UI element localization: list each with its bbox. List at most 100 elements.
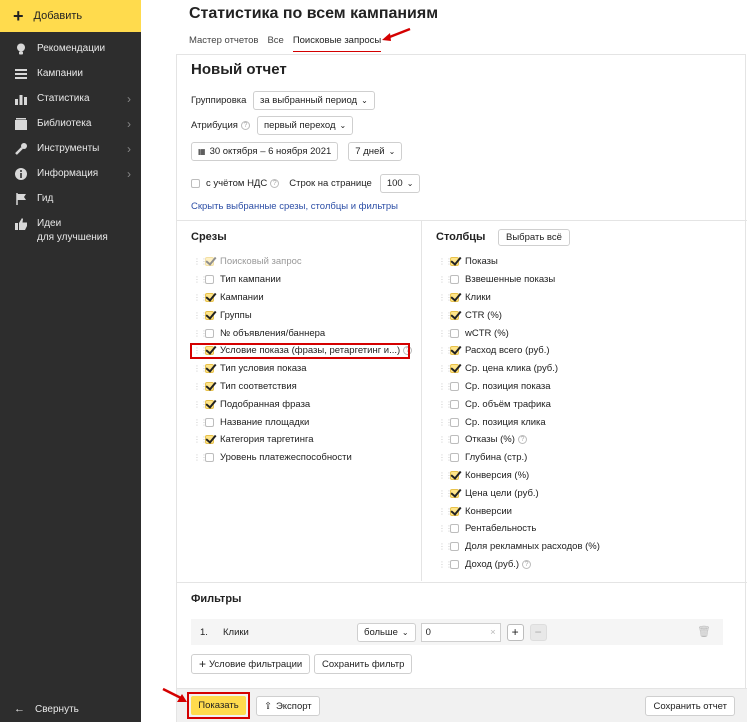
show-button[interactable]: Показать <box>191 696 246 715</box>
collapse-sidebar-button[interactable]: ← Свернуть <box>14 703 79 715</box>
column-checkbox[interactable] <box>450 506 459 516</box>
vat-checkbox[interactable] <box>191 179 200 188</box>
filter-value-input[interactable]: 0 × <box>420 622 501 642</box>
sidebar-item-guide[interactable]: Гид <box>0 192 141 217</box>
column-item[interactable]: ⋮⋮ Взвешенные показы <box>438 271 600 289</box>
column-checkbox[interactable] <box>450 524 459 534</box>
drag-handle-icon[interactable]: ⋮⋮ <box>193 435 208 444</box>
sidebar-item-tools[interactable]: Инструменты › <box>0 142 141 167</box>
drag-handle-icon[interactable]: ⋮⋮ <box>438 329 453 338</box>
slice-checkbox[interactable] <box>205 275 214 285</box>
help-icon[interactable]: ? <box>240 121 250 130</box>
column-checkbox[interactable] <box>450 435 459 445</box>
tab-report-wizard[interactable]: Мастер отчетов <box>189 35 258 52</box>
slice-item[interactable]: ⋮⋮ Тип условия показа <box>193 360 412 378</box>
drag-handle-icon[interactable]: ⋮⋮ <box>193 329 208 338</box>
column-item[interactable]: ⋮⋮ Цена цели (руб.) <box>438 484 600 502</box>
tab-all[interactable]: Все <box>267 35 283 52</box>
add-button[interactable]: + Добавить <box>0 0 141 32</box>
hide-selection-link[interactable]: Скрыть выбранные срезы, столбцы и фильтр… <box>191 201 398 212</box>
drag-handle-icon[interactable]: ⋮⋮ <box>438 346 453 355</box>
column-checkbox[interactable] <box>450 381 459 391</box>
drag-handle-icon[interactable]: ⋮⋮ <box>438 418 453 427</box>
column-item[interactable]: ⋮⋮ Ср. цена клика (руб.) <box>438 360 600 378</box>
column-item[interactable]: ⋮⋮ Клики <box>438 289 600 307</box>
export-button[interactable]: ⇪ Экспорт <box>256 696 320 716</box>
column-checkbox[interactable] <box>450 364 459 374</box>
slice-checkbox[interactable] <box>205 310 214 320</box>
column-checkbox[interactable] <box>450 488 459 498</box>
drag-handle-icon[interactable]: ⋮⋮ <box>193 382 208 391</box>
column-checkbox[interactable] <box>450 310 459 320</box>
drag-handle-icon[interactable]: ⋮⋮ <box>193 418 208 427</box>
column-item[interactable]: ⋮⋮ Показы <box>438 253 600 271</box>
column-checkbox[interactable] <box>450 542 459 552</box>
column-item[interactable]: ⋮⋮ Ср. позиция клика <box>438 413 600 431</box>
drag-handle-icon[interactable]: ⋮⋮ <box>438 311 453 320</box>
slice-item[interactable]: ⋮⋮ Уровень платежеспособности <box>193 449 412 467</box>
slice-checkbox[interactable] <box>205 453 214 463</box>
slice-item[interactable]: ⋮⋮ Категория таргетинга <box>193 431 412 449</box>
column-checkbox[interactable] <box>450 328 459 338</box>
slice-item[interactable]: ⋮⋮ Тип соответствия <box>193 378 412 396</box>
column-item[interactable]: ⋮⋮ Доход (руб.)? <box>438 556 600 574</box>
drag-handle-icon[interactable]: ⋮⋮ <box>193 400 208 409</box>
drag-handle-icon[interactable]: ⋮⋮ <box>438 453 453 462</box>
slice-checkbox[interactable] <box>205 328 214 338</box>
column-item[interactable]: ⋮⋮ Конверсия (%) <box>438 467 600 485</box>
drag-handle-icon[interactable]: ⋮⋮ <box>438 560 453 569</box>
drag-handle-icon[interactable]: ⋮⋮ <box>438 471 453 480</box>
slice-item[interactable]: ⋮⋮ Поисковый запрос <box>193 253 412 271</box>
column-item[interactable]: ⋮⋮ Ср. позиция показа <box>438 378 600 396</box>
column-item[interactable]: ⋮⋮ Расход всего (руб.) <box>438 342 600 360</box>
slice-checkbox[interactable] <box>205 435 214 445</box>
drag-handle-icon[interactable]: ⋮⋮ <box>193 311 208 320</box>
slice-checkbox[interactable] <box>205 381 214 391</box>
column-checkbox[interactable] <box>450 470 459 480</box>
period-select[interactable]: 7 дней ⌄ <box>348 142 403 161</box>
drag-handle-icon[interactable]: ⋮⋮ <box>438 364 453 373</box>
drag-handle-icon[interactable]: ⋮⋮ <box>438 275 453 284</box>
slice-checkbox[interactable] <box>205 417 214 427</box>
select-all-button[interactable]: Выбрать всё <box>498 229 570 246</box>
slice-checkbox[interactable] <box>205 399 214 409</box>
trash-icon[interactable]: 🗑 <box>697 625 711 638</box>
column-item[interactable]: ⋮⋮ Конверсии <box>438 502 600 520</box>
drag-handle-icon[interactable]: ⋮⋮ <box>438 524 453 533</box>
drag-handle-icon[interactable]: ⋮⋮ <box>438 293 453 302</box>
date-range-picker[interactable]: ▦ 30 октября – 6 ноября 2021 <box>191 142 339 161</box>
clear-icon[interactable]: × <box>490 627 496 638</box>
slice-item[interactable]: ⋮⋮ Подобранная фраза <box>193 395 412 413</box>
column-item[interactable]: ⋮⋮ CTR (%) <box>438 306 600 324</box>
slice-checkbox[interactable] <box>205 364 214 374</box>
slice-checkbox[interactable] <box>205 292 214 302</box>
column-item[interactable]: ⋮⋮ Отказы (%)? <box>438 431 600 449</box>
save-filter-button[interactable]: Сохранить фильтр <box>314 654 413 674</box>
column-checkbox[interactable] <box>450 453 459 463</box>
remove-filter-value-button[interactable]: − <box>529 623 547 641</box>
slice-item[interactable]: ⋮⋮ № объявления/баннера <box>193 324 412 342</box>
column-checkbox[interactable] <box>450 346 459 356</box>
sidebar-item-info[interactable]: Информация › <box>0 167 141 192</box>
slice-item[interactable]: ⋮⋮ Кампании <box>193 289 412 307</box>
drag-handle-icon[interactable]: ⋮⋮ <box>438 542 453 551</box>
sidebar-item-library[interactable]: Библиотека › <box>0 117 141 142</box>
column-checkbox[interactable] <box>450 399 459 409</box>
column-checkbox[interactable] <box>450 275 459 285</box>
drag-handle-icon[interactable]: ⋮⋮ <box>438 507 453 516</box>
drag-handle-icon[interactable]: ⋮⋮ <box>438 489 453 498</box>
sidebar-item-campaigns[interactable]: Кампании <box>0 67 141 92</box>
drag-handle-icon[interactable]: ⋮⋮ <box>438 400 453 409</box>
slice-item[interactable]: ⋮⋮ Группы <box>193 306 412 324</box>
sidebar-item-recommendations[interactable]: Рекомендации <box>0 42 141 67</box>
help-icon[interactable]: ? <box>270 179 280 188</box>
drag-handle-icon[interactable]: ⋮⋮ <box>193 293 208 302</box>
drag-handle-icon[interactable]: ⋮⋮ <box>193 257 208 266</box>
column-checkbox[interactable] <box>450 417 459 427</box>
rows-per-page-select[interactable]: 100 ⌄ <box>379 174 421 193</box>
column-item[interactable]: ⋮⋮ Ср. объём трафика <box>438 395 600 413</box>
drag-handle-icon[interactable]: ⋮⋮ <box>193 275 208 284</box>
sidebar-item-statistics[interactable]: Статистика › <box>0 92 141 117</box>
slice-item[interactable]: ⋮⋮ Название площадки <box>193 413 412 431</box>
column-checkbox[interactable] <box>450 257 459 267</box>
